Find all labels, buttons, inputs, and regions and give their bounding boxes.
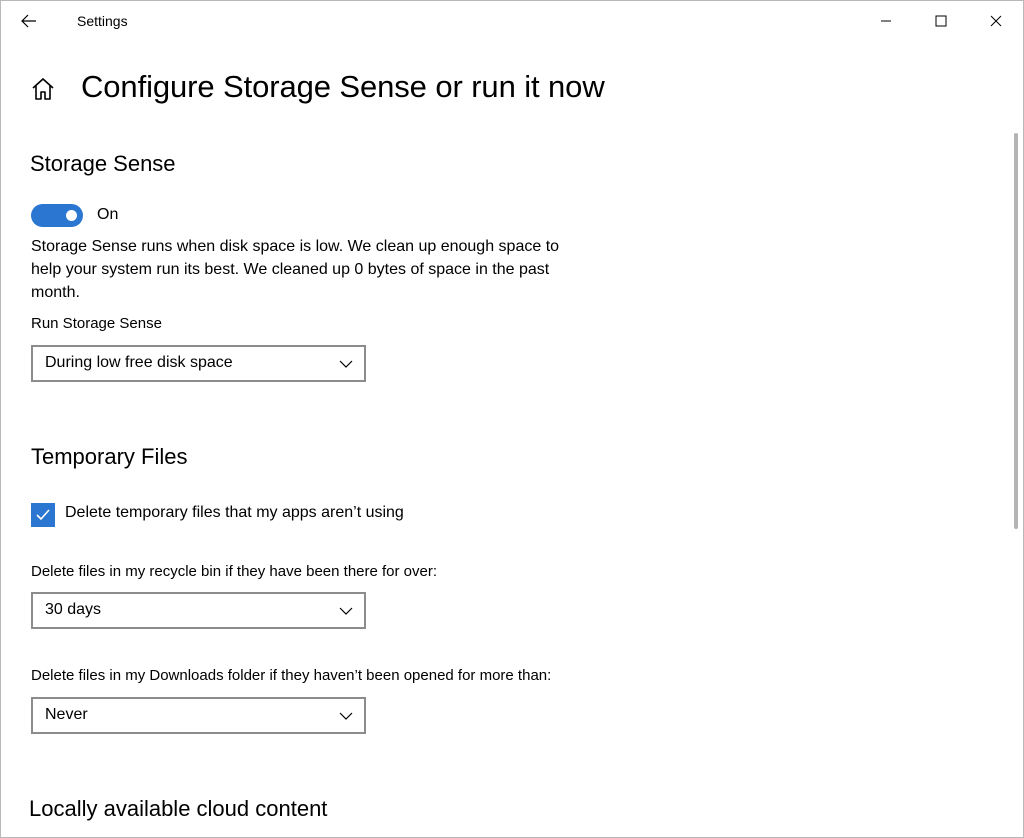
- storage-sense-heading: Storage Sense: [30, 151, 176, 176]
- vertical-scrollbar[interactable]: [1014, 133, 1018, 529]
- home-button[interactable]: [29, 75, 57, 103]
- cloud-content-heading: Locally available cloud content: [29, 796, 328, 821]
- checkmark-icon: [36, 509, 50, 521]
- page-title: Configure Storage Sense or run it now: [81, 69, 605, 104]
- toggle-state-label: On: [97, 206, 119, 223]
- dropdown-value: Never: [45, 706, 88, 723]
- recycle-bin-label: Delete files in my recycle bin if they h…: [31, 563, 438, 580]
- chevron-down-icon: [339, 607, 353, 615]
- storage-sense-description: Storage Sense runs when disk space is lo…: [31, 238, 560, 301]
- close-button[interactable]: [973, 1, 1019, 41]
- chevron-down-icon: [339, 360, 353, 368]
- downloads-dropdown[interactable]: Never: [31, 697, 366, 734]
- minimize-icon: [881, 20, 891, 22]
- delete-temp-files-label: Delete temporary files that my apps aren…: [65, 504, 404, 521]
- title-bar: Settings: [1, 1, 1023, 41]
- maximize-icon: [935, 15, 947, 27]
- delete-temp-files-checkbox[interactable]: [31, 503, 55, 527]
- close-icon: [990, 15, 1002, 27]
- recycle-bin-dropdown[interactable]: 30 days: [31, 592, 366, 629]
- maximize-button[interactable]: [918, 1, 964, 41]
- dropdown-value: 30 days: [45, 601, 102, 618]
- temporary-files-heading: Temporary Files: [31, 444, 188, 469]
- toggle-knob: [66, 210, 77, 221]
- app-title: Settings: [77, 13, 128, 29]
- chevron-down-icon: [339, 712, 353, 720]
- dropdown-value: During low free disk space: [45, 354, 233, 371]
- arrow-left-icon: [21, 14, 36, 28]
- home-icon: [32, 78, 54, 100]
- run-storage-sense-label: Run Storage Sense: [31, 315, 162, 332]
- downloads-label: Delete files in my Downloads folder if t…: [31, 667, 552, 684]
- settings-window: Settings Configure Storage Sense or run …: [0, 0, 1024, 838]
- run-storage-sense-dropdown[interactable]: During low free disk space: [31, 345, 366, 382]
- storage-sense-toggle[interactable]: [31, 204, 83, 227]
- minimize-button[interactable]: [863, 1, 909, 41]
- back-button[interactable]: [9, 3, 49, 39]
